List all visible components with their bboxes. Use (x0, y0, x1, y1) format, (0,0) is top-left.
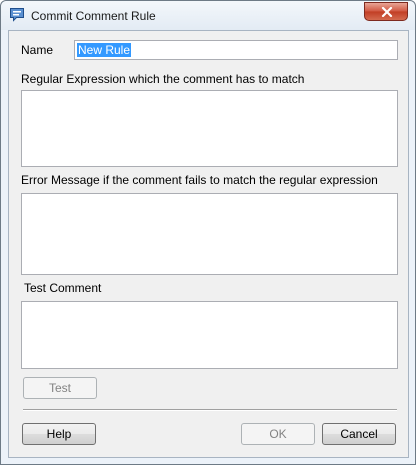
speech-bubble-icon (9, 7, 25, 23)
close-button[interactable] (364, 2, 408, 21)
dialog-window: Commit Comment Rule Name New Rule Regula… (0, 0, 416, 465)
name-label: Name (21, 43, 54, 57)
help-button[interactable]: Help (22, 423, 96, 445)
error-message-label: Error Message if the comment fails to ma… (21, 173, 378, 187)
test-comment-textarea[interactable] (21, 301, 398, 369)
dialog-body: Name New Rule Regular Expression which t… (8, 30, 409, 458)
error-message-textarea[interactable] (21, 193, 398, 275)
title-bar: Commit Comment Rule (1, 1, 415, 30)
name-field-value: New Rule (77, 43, 132, 57)
window-title: Commit Comment Rule (31, 9, 156, 23)
test-comment-label: Test Comment (24, 281, 102, 295)
regex-textarea[interactable] (21, 90, 398, 167)
separator (23, 409, 397, 411)
cancel-button[interactable]: Cancel (322, 423, 396, 445)
ok-button[interactable]: OK (241, 423, 315, 445)
regex-label: Regular Expression which the comment has… (21, 72, 305, 86)
close-icon (381, 7, 393, 17)
name-field[interactable]: New Rule (74, 40, 398, 60)
test-button[interactable]: Test (23, 377, 97, 399)
